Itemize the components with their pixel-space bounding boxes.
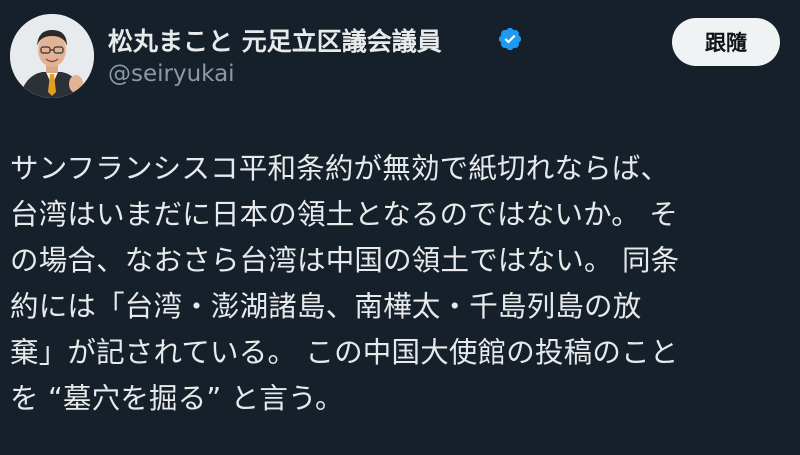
tweet-text: サンフランシスコ平和条約が無効で紙切れならば、 台湾はいまだに日本の領土となるの… xyxy=(10,146,790,422)
author-handle[interactable]: @seiryukai xyxy=(108,61,235,87)
tweet-text-line: 約には「台湾・澎湖諸島、南樺太・千島列島の放 xyxy=(10,290,642,323)
tweet-text-line: 棄」が記されている。 この中国大使館の投稿のこと xyxy=(10,336,679,369)
avatar[interactable] xyxy=(10,14,94,98)
tweet: 松丸まこと 元足立区議会議員 @seiryukai 跟隨 サンフランシスコ平和条… xyxy=(0,0,800,455)
tweet-text-line: 台湾はいまだに日本の領土となるのではないか。 そ xyxy=(10,198,678,231)
verified-badge-icon xyxy=(498,27,522,51)
tweet-text-line: を “墓穴を掘る” と言う。 xyxy=(10,382,344,415)
author-name[interactable]: 松丸まこと 元足立区議会議員 xyxy=(108,22,442,58)
follow-button[interactable]: 跟隨 xyxy=(672,18,780,66)
tweet-text-line: の場合、なおさら台湾は中国の領土ではない。 同条 xyxy=(10,244,680,277)
tweet-text-line: サンフランシスコ平和条約が無効で紙切れならば、 xyxy=(10,152,670,185)
avatar-image xyxy=(10,14,94,98)
